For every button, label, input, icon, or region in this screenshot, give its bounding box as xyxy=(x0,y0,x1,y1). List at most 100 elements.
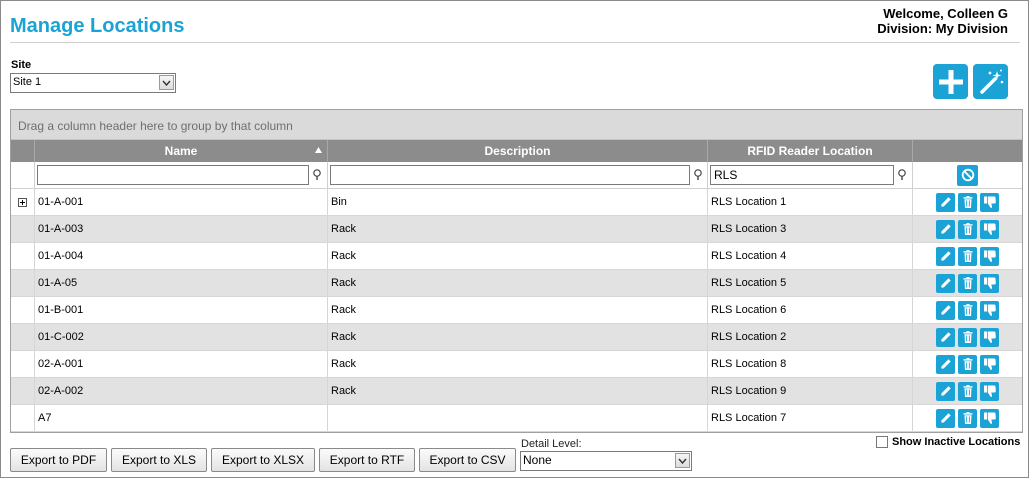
export-pdf-button[interactable]: Export to PDF xyxy=(10,448,107,472)
delete-button[interactable] xyxy=(958,192,977,212)
deactivate-button[interactable] xyxy=(980,408,999,428)
deactivate-button[interactable] xyxy=(980,192,999,212)
cell-name: 01-C-002 xyxy=(34,324,327,350)
pencil-icon xyxy=(940,413,951,423)
expand-column-header xyxy=(11,140,34,162)
site-select[interactable]: Site 1 xyxy=(10,73,176,93)
edit-button[interactable] xyxy=(936,300,955,320)
show-inactive-label: Show Inactive Locations xyxy=(892,436,1021,448)
show-inactive-toggle[interactable]: Show Inactive Locations xyxy=(876,436,1020,448)
export-csv-button[interactable]: Export to CSV xyxy=(419,448,516,472)
add-location-button[interactable] xyxy=(933,64,968,99)
welcome-text: Welcome, Colleen G xyxy=(883,6,1008,21)
delete-button[interactable] xyxy=(958,408,977,428)
filter-icon[interactable] xyxy=(693,169,703,181)
row-actions xyxy=(912,297,1022,323)
table-row[interactable]: 02-A-002 Rack RLS Location 9 xyxy=(11,378,1022,405)
edit-button[interactable] xyxy=(936,246,955,266)
cell-rfid-location: RLS Location 1 xyxy=(707,189,912,215)
column-header-name[interactable]: Name xyxy=(34,140,327,162)
cell-rfid-location: RLS Location 6 xyxy=(707,297,912,323)
thumbs-down-icon xyxy=(983,196,996,208)
deactivate-button[interactable] xyxy=(980,246,999,266)
deactivate-button[interactable] xyxy=(980,381,999,401)
table-row[interactable]: 01-B-001 Rack RLS Location 6 xyxy=(11,297,1022,324)
column-header-rfid[interactable]: RFID Reader Location xyxy=(707,140,912,162)
trash-icon xyxy=(963,331,972,343)
show-inactive-checkbox[interactable] xyxy=(876,436,888,448)
row-actions xyxy=(912,378,1022,404)
deactivate-button[interactable] xyxy=(980,300,999,320)
thumbs-down-icon xyxy=(983,331,996,343)
edit-button[interactable] xyxy=(936,327,955,347)
edit-button[interactable] xyxy=(936,408,955,428)
plus-icon xyxy=(938,69,963,94)
delete-button[interactable] xyxy=(958,219,977,239)
name-filter-input[interactable] xyxy=(37,165,309,185)
filter-cell-description xyxy=(327,162,707,188)
delete-button[interactable] xyxy=(958,273,977,293)
table-row[interactable]: 01-C-002 Rack RLS Location 2 xyxy=(11,324,1022,351)
trash-icon xyxy=(963,304,972,316)
group-by-panel[interactable]: Drag a column header here to group by th… xyxy=(11,110,1022,140)
table-row[interactable]: 01-A-05 Rack RLS Location 5 xyxy=(11,270,1022,297)
site-select-value: Site 1 xyxy=(13,76,42,88)
filter-cell-rfid xyxy=(707,162,912,188)
cell-description: Rack xyxy=(327,243,707,269)
filter-icon[interactable] xyxy=(312,169,322,181)
expand-cell xyxy=(11,324,34,350)
deactivate-button[interactable] xyxy=(980,354,999,374)
edit-button[interactable] xyxy=(936,219,955,239)
expand-cell xyxy=(11,351,34,377)
table-row[interactable]: 01-A-004 Rack RLS Location 4 xyxy=(11,243,1022,270)
column-header-name-label: Name xyxy=(164,144,198,158)
table-row[interactable]: 01-A-001 Bin RLS Location 1 xyxy=(11,189,1022,216)
cell-rfid-location: RLS Location 3 xyxy=(707,216,912,242)
clear-filter-button[interactable] xyxy=(957,164,978,186)
expand-cell xyxy=(11,243,34,269)
magic-wand-icon xyxy=(979,69,1003,94)
deactivate-button[interactable] xyxy=(980,219,999,239)
cell-description: Rack xyxy=(327,324,707,350)
rfid-filter-input[interactable] xyxy=(710,165,894,185)
edit-button[interactable] xyxy=(936,273,955,293)
delete-button[interactable] xyxy=(958,327,977,347)
table-row[interactable]: A7 RLS Location 7 xyxy=(11,405,1022,432)
clear-filter-icon xyxy=(961,168,974,182)
site-label: Site xyxy=(11,59,32,71)
cell-description: Rack xyxy=(327,216,707,242)
delete-button[interactable] xyxy=(958,381,977,401)
detail-level-select[interactable]: None xyxy=(520,451,692,471)
expand-cell xyxy=(11,189,34,215)
cell-name: 01-A-001 xyxy=(34,189,327,215)
export-xlsx-button[interactable]: Export to XLSX xyxy=(211,448,315,472)
table-row[interactable]: 02-A-001 Rack RLS Location 8 xyxy=(11,351,1022,378)
location-wizard-button[interactable] xyxy=(973,64,1008,99)
trash-icon xyxy=(963,277,972,289)
thumbs-down-icon xyxy=(983,223,996,235)
description-filter-input[interactable] xyxy=(330,165,690,185)
cell-name: 02-A-001 xyxy=(34,351,327,377)
delete-button[interactable] xyxy=(958,246,977,266)
edit-button[interactable] xyxy=(936,192,955,212)
thumbs-down-icon xyxy=(983,412,996,424)
filter-icon[interactable] xyxy=(897,169,907,181)
deactivate-button[interactable] xyxy=(980,327,999,347)
cell-description: Rack xyxy=(327,378,707,404)
detail-level-value: None xyxy=(523,453,552,467)
delete-button[interactable] xyxy=(958,300,977,320)
column-header-description[interactable]: Description xyxy=(327,140,707,162)
cell-name: 01-A-05 xyxy=(34,270,327,296)
thumbs-down-icon xyxy=(983,358,996,370)
table-row[interactable]: 01-A-003 Rack RLS Location 3 xyxy=(11,216,1022,243)
trash-icon xyxy=(963,223,972,235)
division-text: Division: My Division xyxy=(877,21,1008,36)
export-rtf-button[interactable]: Export to RTF xyxy=(319,448,415,472)
export-xls-button[interactable]: Export to XLS xyxy=(111,448,207,472)
edit-button[interactable] xyxy=(936,354,955,374)
edit-button[interactable] xyxy=(936,381,955,401)
trash-icon xyxy=(963,196,972,208)
deactivate-button[interactable] xyxy=(980,273,999,293)
delete-button[interactable] xyxy=(958,354,977,374)
expand-icon[interactable] xyxy=(18,197,27,207)
